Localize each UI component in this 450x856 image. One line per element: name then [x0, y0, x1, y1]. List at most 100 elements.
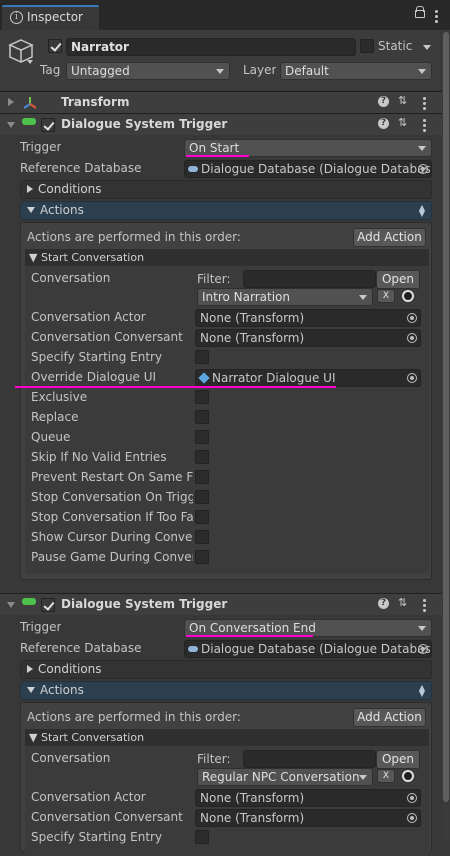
reference-db-field[interactable]: Dialogue Database (Dialogue Databas	[184, 640, 432, 658]
lock-shackle	[416, 6, 424, 12]
specify-entry-label: Specify Starting Entry	[31, 830, 163, 844]
tag-dropdown[interactable]: Untagged	[66, 62, 230, 80]
reorder-icon[interactable]: ▲ ▼	[419, 204, 425, 218]
start-conversation-header[interactable]: ▼ Start Conversation	[25, 729, 429, 746]
reorder-icon[interactable]: ▲ ▼	[419, 684, 425, 698]
object-name-field[interactable]: Narrator	[66, 38, 356, 56]
foldout-arrow-icon[interactable]	[7, 602, 15, 608]
component-menu-icon[interactable]	[423, 119, 426, 134]
open-button[interactable]: Open	[376, 750, 420, 769]
queue-checkbox[interactable]	[195, 430, 209, 444]
foldout-arrow-icon[interactable]	[7, 122, 15, 128]
component-menu-icon[interactable]	[423, 97, 426, 112]
open-button[interactable]: Open	[376, 270, 420, 289]
tag-label: Tag	[40, 63, 61, 77]
exclusive-label: Exclusive	[31, 390, 88, 404]
component-menu-icon[interactable]	[423, 599, 426, 614]
object-picker-icon[interactable]	[418, 164, 428, 174]
actor-field[interactable]: None (Transform)	[195, 309, 421, 327]
component-enabled-checkbox[interactable]	[41, 598, 55, 612]
stop-too-far-checkbox[interactable]	[195, 510, 209, 524]
trigger2-header[interactable]: Dialogue System Trigger ? ⇅	[0, 593, 450, 615]
actor-value: None (Transform)	[200, 791, 305, 805]
filter-label: Filter:	[197, 752, 231, 766]
add-action-button[interactable]: Add Action	[353, 708, 426, 727]
transform-header[interactable]: Transform ? ⇅	[0, 91, 450, 113]
help-icon[interactable]: ?	[378, 118, 389, 129]
presets-icon[interactable]: ⇅	[398, 94, 407, 107]
reference-db-field[interactable]: Dialogue Database (Dialogue Databas	[184, 160, 432, 178]
object-picker-icon[interactable]	[407, 793, 417, 803]
reference-db-value: Dialogue Database (Dialogue Databas	[201, 162, 431, 176]
tab-inspector[interactable]: i Inspector	[2, 5, 99, 30]
active-checkbox[interactable]	[48, 39, 62, 53]
actions-foldout[interactable]: Actions ▲ ▼	[20, 201, 432, 220]
object-picker-icon[interactable]	[407, 813, 417, 823]
tag-value: Untagged	[71, 64, 130, 78]
icon-dropdown-arrow[interactable]	[27, 60, 33, 64]
specify-entry-checkbox[interactable]	[195, 830, 209, 844]
layer-dropdown[interactable]: Default	[280, 62, 432, 80]
help-icon[interactable]: ?	[378, 598, 389, 609]
static-checkbox[interactable]	[360, 39, 374, 53]
scrollbar-thumb[interactable]	[443, 32, 449, 802]
component-enabled-checkbox[interactable]	[41, 118, 55, 132]
exclusive-checkbox[interactable]	[195, 390, 209, 404]
transform-title: Transform	[61, 95, 130, 109]
object-picker-icon[interactable]	[407, 373, 417, 383]
actions-foldout[interactable]: Actions ▲ ▼	[20, 681, 432, 700]
conversant-value: None (Transform)	[200, 331, 305, 345]
conversant-field[interactable]: None (Transform)	[195, 809, 421, 827]
conversation-dropdown[interactable]: Regular NPC Conversation	[197, 768, 373, 786]
conversant-label: Conversation Conversant	[31, 810, 183, 824]
picker-circle-icon[interactable]	[402, 290, 414, 302]
object-picker-icon[interactable]	[407, 333, 417, 343]
foldout-arrow-icon[interactable]	[8, 98, 14, 106]
trigger-label: Trigger	[20, 140, 62, 154]
foldout-arrow-icon	[27, 687, 35, 693]
filter-input[interactable]	[243, 750, 376, 768]
clear-conversation-button[interactable]: X	[377, 769, 395, 783]
actions-label: Actions	[40, 683, 84, 697]
start-conversation-header[interactable]: ▼ Start Conversation	[25, 249, 429, 266]
stop-on-trigger-checkbox[interactable]	[195, 490, 209, 504]
conversant-field[interactable]: None (Transform)	[195, 329, 421, 347]
object-picker-icon[interactable]	[418, 644, 428, 654]
actor-field[interactable]: None (Transform)	[195, 789, 421, 807]
skip-checkbox[interactable]	[195, 450, 209, 464]
conditions-foldout[interactable]: Conditions	[20, 660, 432, 679]
help-icon[interactable]: ?	[378, 96, 389, 107]
filter-input[interactable]	[243, 270, 376, 288]
add-action-button[interactable]: Add Action	[353, 228, 426, 247]
prevent-restart-label: Prevent Restart On Same Fra	[31, 470, 193, 484]
reference-db-label: Reference Database	[20, 161, 142, 175]
conversation-value: Intro Narration	[202, 290, 291, 304]
replace-checkbox[interactable]	[195, 410, 209, 424]
queue-label: Queue	[31, 430, 71, 444]
conditions-foldout[interactable]: Conditions	[20, 180, 432, 199]
pause-game-checkbox[interactable]	[195, 550, 209, 564]
static-label: Static	[378, 39, 413, 53]
specify-entry-checkbox[interactable]	[195, 350, 209, 364]
conversation-value: Regular NPC Conversation	[202, 770, 360, 784]
actions-label: Actions	[40, 203, 84, 217]
static-dropdown-arrow[interactable]	[423, 45, 431, 50]
prefab-icon	[198, 372, 210, 384]
object-picker-icon[interactable]	[407, 313, 417, 323]
clear-conversation-button[interactable]: X	[377, 289, 395, 303]
inspector-scrollbar[interactable]	[442, 30, 450, 839]
override-ui-field[interactable]: Narrator Dialogue UI	[195, 369, 421, 387]
transform-axes-icon	[23, 97, 37, 109]
picker-circle-icon[interactable]	[402, 770, 414, 782]
trigger-value: On Start	[189, 141, 240, 155]
trigger1-header[interactable]: Dialogue System Trigger ? ⇅	[0, 113, 450, 135]
presets-icon[interactable]: ⇅	[398, 596, 407, 609]
presets-icon[interactable]: ⇅	[398, 116, 407, 129]
foldout-arrow-icon	[27, 185, 33, 193]
tab-menu-icon[interactable]	[435, 10, 438, 25]
prevent-restart-checkbox[interactable]	[195, 470, 209, 484]
start-conversation-label: Start Conversation	[40, 251, 145, 264]
conversation-dropdown[interactable]: Intro Narration	[197, 288, 373, 306]
database-icon	[188, 646, 198, 652]
show-cursor-checkbox[interactable]	[195, 530, 209, 544]
